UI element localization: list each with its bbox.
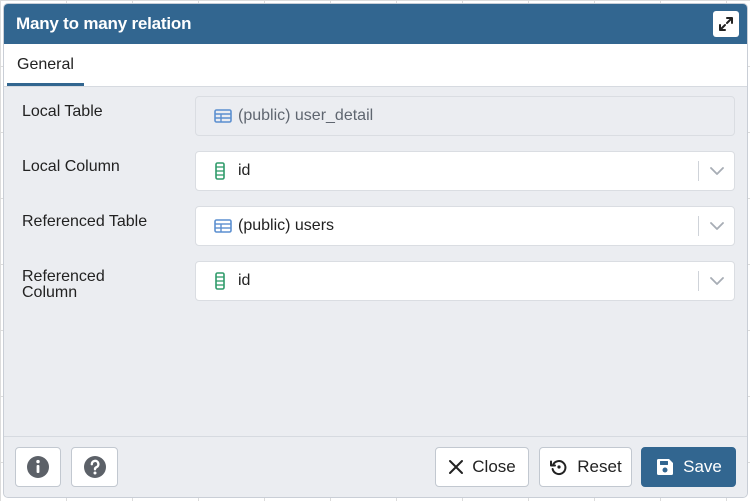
info-icon bbox=[27, 456, 49, 478]
close-icon bbox=[449, 460, 464, 474]
referenced-column-select[interactable]: id bbox=[195, 261, 735, 301]
close-button-label: Close bbox=[472, 457, 516, 476]
maximize-icon bbox=[719, 17, 733, 31]
reset-button[interactable]: Reset bbox=[539, 447, 632, 487]
referenced-column-label-line2: Column bbox=[22, 284, 78, 301]
close-button[interactable]: Close bbox=[435, 447, 529, 487]
local-table-label: Local Table bbox=[22, 103, 103, 120]
referenced-column-label-line1: Referenced bbox=[22, 268, 105, 285]
local-column-row: Local Column id bbox=[16, 151, 735, 191]
save-button-label: Save bbox=[683, 457, 722, 476]
reset-button-label: Reset bbox=[577, 457, 622, 476]
table-icon bbox=[214, 218, 234, 234]
many-to-many-dialog: Many to many relation General Local Tabl… bbox=[3, 3, 748, 498]
local-table-field: (public) user_detail bbox=[195, 96, 735, 136]
local-table-value: (public) user_detail bbox=[238, 107, 374, 124]
referenced-column-label: Referenced Column bbox=[16, 261, 195, 301]
save-button[interactable]: Save bbox=[641, 447, 736, 487]
local-table-row: Local Table (public) user_detail bbox=[16, 96, 735, 136]
referenced-table-label: Referenced Table bbox=[22, 213, 148, 230]
maximize-button[interactable] bbox=[713, 11, 739, 37]
tab-general-label: General bbox=[17, 56, 74, 73]
reset-icon bbox=[550, 460, 567, 476]
referenced-table-value: (public) users bbox=[238, 217, 335, 234]
chevron-down-icon[interactable] bbox=[698, 271, 734, 291]
table-icon bbox=[214, 108, 234, 124]
column-icon bbox=[214, 272, 234, 290]
help-button[interactable] bbox=[71, 447, 118, 487]
local-column-select[interactable]: id bbox=[195, 151, 735, 191]
dialog-titlebar[interactable]: Many to many relation bbox=[4, 4, 747, 44]
help-icon bbox=[83, 456, 106, 478]
referenced-column-value: id bbox=[238, 272, 251, 289]
tab-general[interactable]: General bbox=[7, 44, 84, 86]
tab-bar: General bbox=[4, 44, 747, 87]
referenced-table-select[interactable]: (public) users bbox=[195, 206, 735, 246]
dialog-footer: Close Reset Save bbox=[4, 436, 747, 497]
chevron-down-icon[interactable] bbox=[698, 161, 734, 181]
local-column-value: id bbox=[238, 162, 251, 179]
local-column-label: Local Column bbox=[22, 158, 120, 175]
referenced-column-row: Referenced Column id bbox=[16, 261, 735, 301]
relation-form: Local Table (public) user_detail Local C… bbox=[4, 87, 747, 301]
referenced-table-row: Referenced Table (public) users bbox=[16, 206, 735, 246]
chevron-down-icon[interactable] bbox=[698, 216, 734, 236]
dialog-title: Many to many relation bbox=[16, 14, 192, 33]
save-icon bbox=[657, 459, 674, 475]
column-icon bbox=[214, 162, 234, 180]
info-button[interactable] bbox=[15, 447, 61, 487]
